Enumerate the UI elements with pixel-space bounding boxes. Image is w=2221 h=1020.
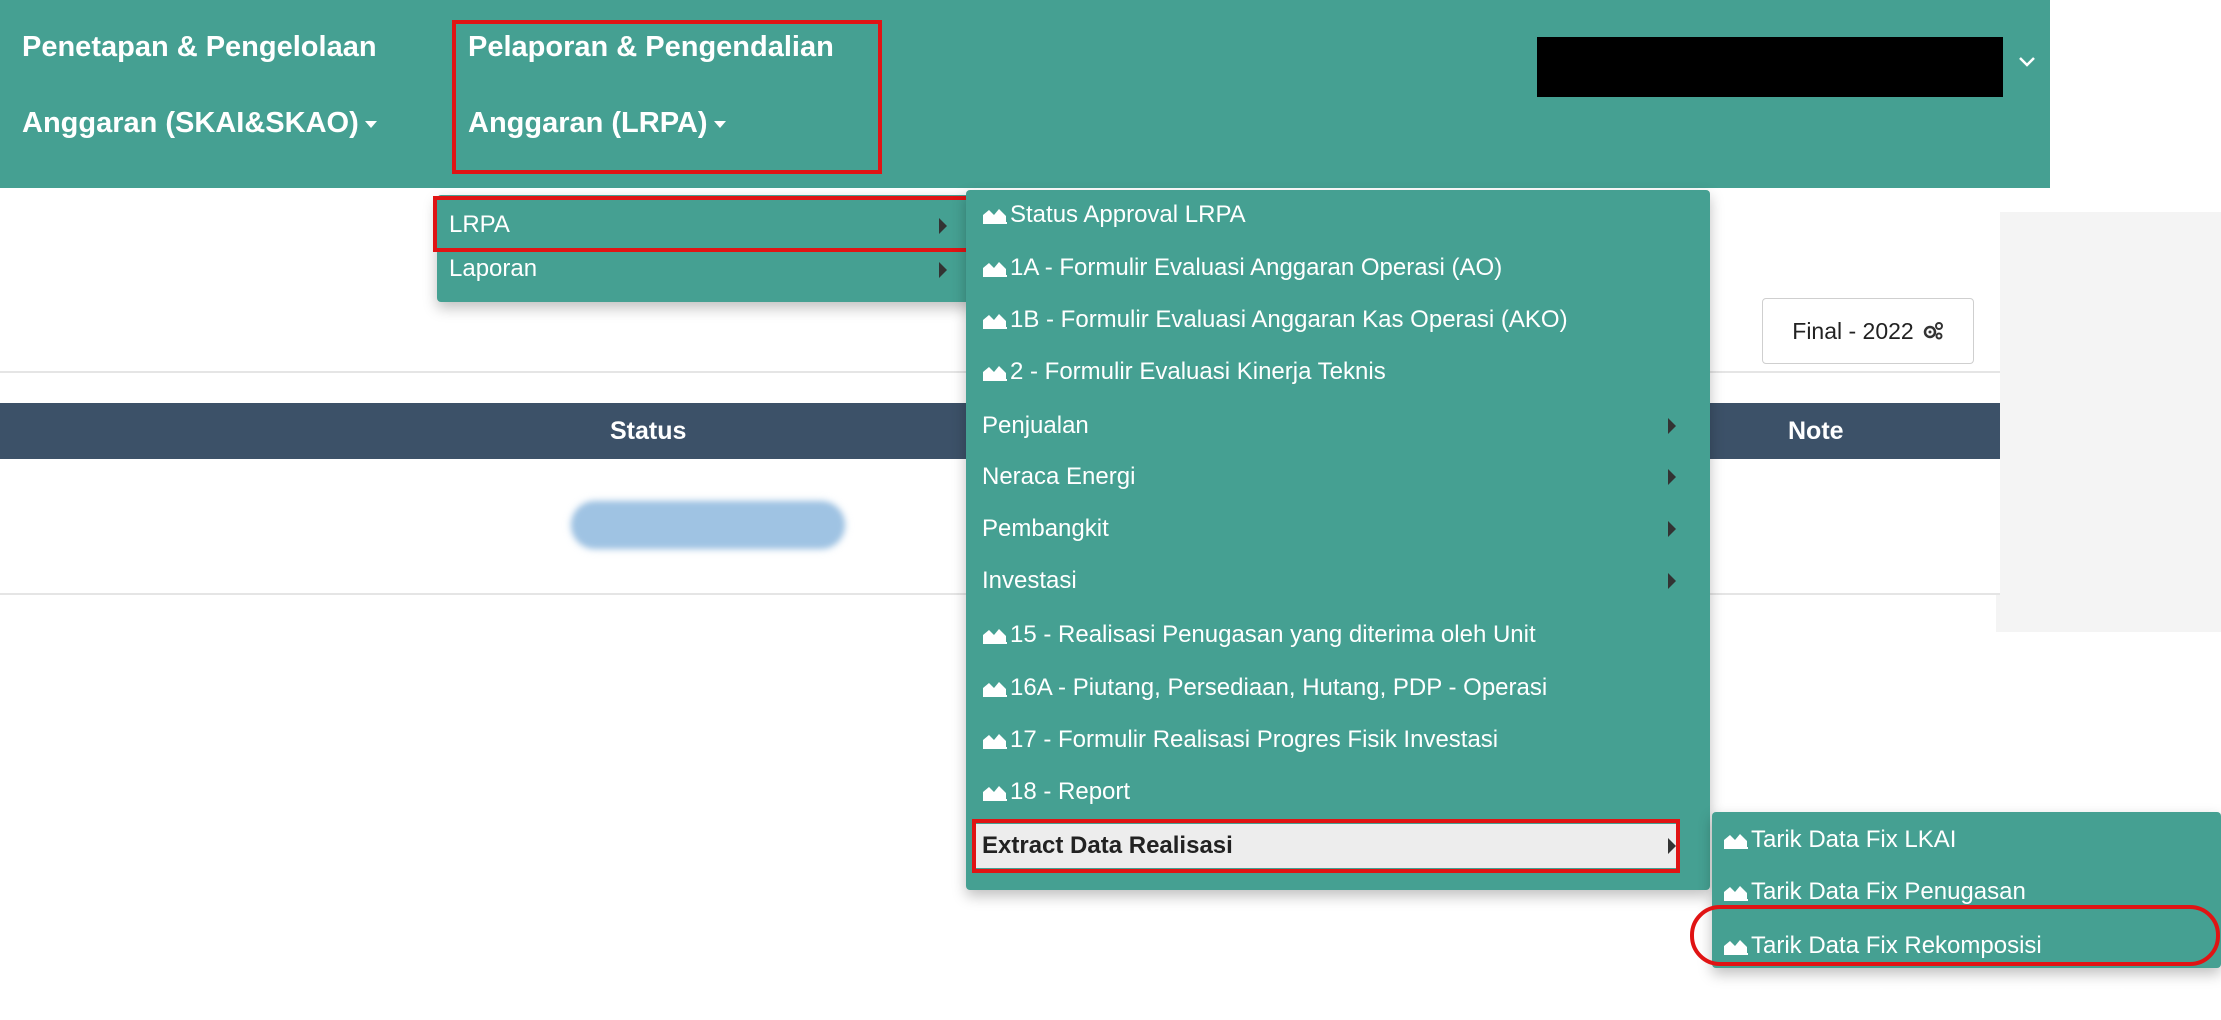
menu-item-11[interactable]: 18 - Report xyxy=(982,770,1670,814)
caret-right-icon xyxy=(1668,573,1676,589)
area-chart-icon xyxy=(983,682,1007,697)
menu-item-8[interactable]: 15 - Realisasi Penugasan yang diterima o… xyxy=(982,613,1670,657)
area-chart-icon xyxy=(1724,992,1748,1007)
column-header-note: Note xyxy=(1788,417,1844,445)
caret-right-icon xyxy=(939,262,947,278)
highlight-ellipse-rekomposisi xyxy=(1690,905,2220,966)
area-chart-icon xyxy=(1724,886,1748,901)
menu-item-label: 15 - Realisasi Penugasan yang diterima o… xyxy=(1010,621,1536,648)
menu-item-9[interactable]: 16A - Piutang, Persediaan, Hutang, PDP -… xyxy=(982,666,1670,710)
area-chart-icon xyxy=(983,314,1007,329)
status-badge-blurred xyxy=(572,502,844,548)
page-side-background xyxy=(1996,212,2221,632)
user-name-redacted[interactable] xyxy=(1537,37,2003,97)
menu-item-label: Status Approval LRPA xyxy=(1010,201,1246,228)
menu-item-5[interactable]: Neraca Energi xyxy=(982,455,1670,499)
nav-menu-skai-line2: Anggaran (SKAI&SKAO) xyxy=(22,107,359,139)
menu-item-label: 16A - Piutang, Persediaan, Hutang, PDP -… xyxy=(1010,674,1548,701)
menu-item-2[interactable]: 1B - Formulir Evaluasi Anggaran Kas Oper… xyxy=(982,298,1670,342)
area-chart-icon xyxy=(983,629,1007,644)
caret-right-icon xyxy=(1668,521,1676,537)
caret-right-icon xyxy=(1668,469,1676,485)
menu-item-label: 18 - Report xyxy=(1010,778,1131,805)
menu-item-label: Neraca Energi xyxy=(982,463,1136,490)
area-chart-icon xyxy=(983,734,1007,749)
period-select-button[interactable]: Final - 2022 xyxy=(1762,298,1974,364)
column-header-status: Status xyxy=(610,417,687,445)
area-chart-icon xyxy=(1724,834,1748,849)
menu-item-10[interactable]: 17 - Formulir Realisasi Progres Fisik In… xyxy=(982,718,1670,762)
extract-item-label: Tarik Data Fix Penugasan xyxy=(1751,878,2026,905)
area-chart-icon xyxy=(983,366,1007,381)
menu-item-label: Penjualan xyxy=(982,412,1089,439)
area-chart-icon xyxy=(983,786,1007,801)
nav-menu-skai-line1[interactable]: Penetapan & Pengelolaan xyxy=(22,31,377,64)
highlight-box-lrpa-menu xyxy=(452,20,882,174)
menu-item-7[interactable]: Investasi xyxy=(982,559,1670,603)
period-button-label: Final - 2022 xyxy=(1792,317,1914,344)
extract-item-label: Copy Data dari Staging: Fix, SAP dan SIL… xyxy=(1751,984,2215,1011)
menu-item-label: 2 - Formulir Evaluasi Kinerja Teknis xyxy=(1010,358,1386,385)
menu-item-1[interactable]: 1A - Formulir Evaluasi Anggaran Operasi … xyxy=(982,246,1670,290)
menu-item-label: 17 - Formulir Realisasi Progres Fisik In… xyxy=(1010,726,1499,753)
extract-item-label: Tarik Data Fix LKAI xyxy=(1751,826,1957,853)
menu-item-label: Pembangkit xyxy=(982,515,1109,542)
chevron-down-icon[interactable] xyxy=(2016,50,2038,72)
highlight-box-extract xyxy=(972,819,1680,873)
cogs-icon xyxy=(1923,322,1943,340)
caret-down-icon xyxy=(364,120,377,128)
extract-item-0[interactable]: Tarik Data Fix LKAI xyxy=(1723,818,2213,862)
menu-item-laporan[interactable]: Laporan xyxy=(437,249,975,289)
area-chart-icon xyxy=(983,209,1007,224)
nav-menu-skai[interactable]: Anggaran (SKAI&SKAO) xyxy=(22,107,377,140)
highlight-box-lrpa-item xyxy=(433,196,971,252)
menu-item-0[interactable]: Status Approval LRPA xyxy=(982,193,1670,237)
menu-item-label: Investasi xyxy=(982,567,1077,594)
menu-item-label: 1B - Formulir Evaluasi Anggaran Kas Oper… xyxy=(1010,306,1568,333)
menu-item-3[interactable]: 2 - Formulir Evaluasi Kinerja Teknis xyxy=(982,350,1670,394)
menu-item-label: 1A - Formulir Evaluasi Anggaran Operasi … xyxy=(1010,254,1503,281)
extract-item-3[interactable]: Copy Data dari Staging: Fix, SAP dan SIL… xyxy=(1723,976,2215,1020)
area-chart-icon xyxy=(983,262,1007,277)
menu-item-laporan-label: Laporan xyxy=(449,255,538,282)
caret-right-icon xyxy=(1668,418,1676,434)
menu-item-6[interactable]: Pembangkit xyxy=(982,507,1670,551)
menu-item-4[interactable]: Penjualan xyxy=(982,404,1670,448)
